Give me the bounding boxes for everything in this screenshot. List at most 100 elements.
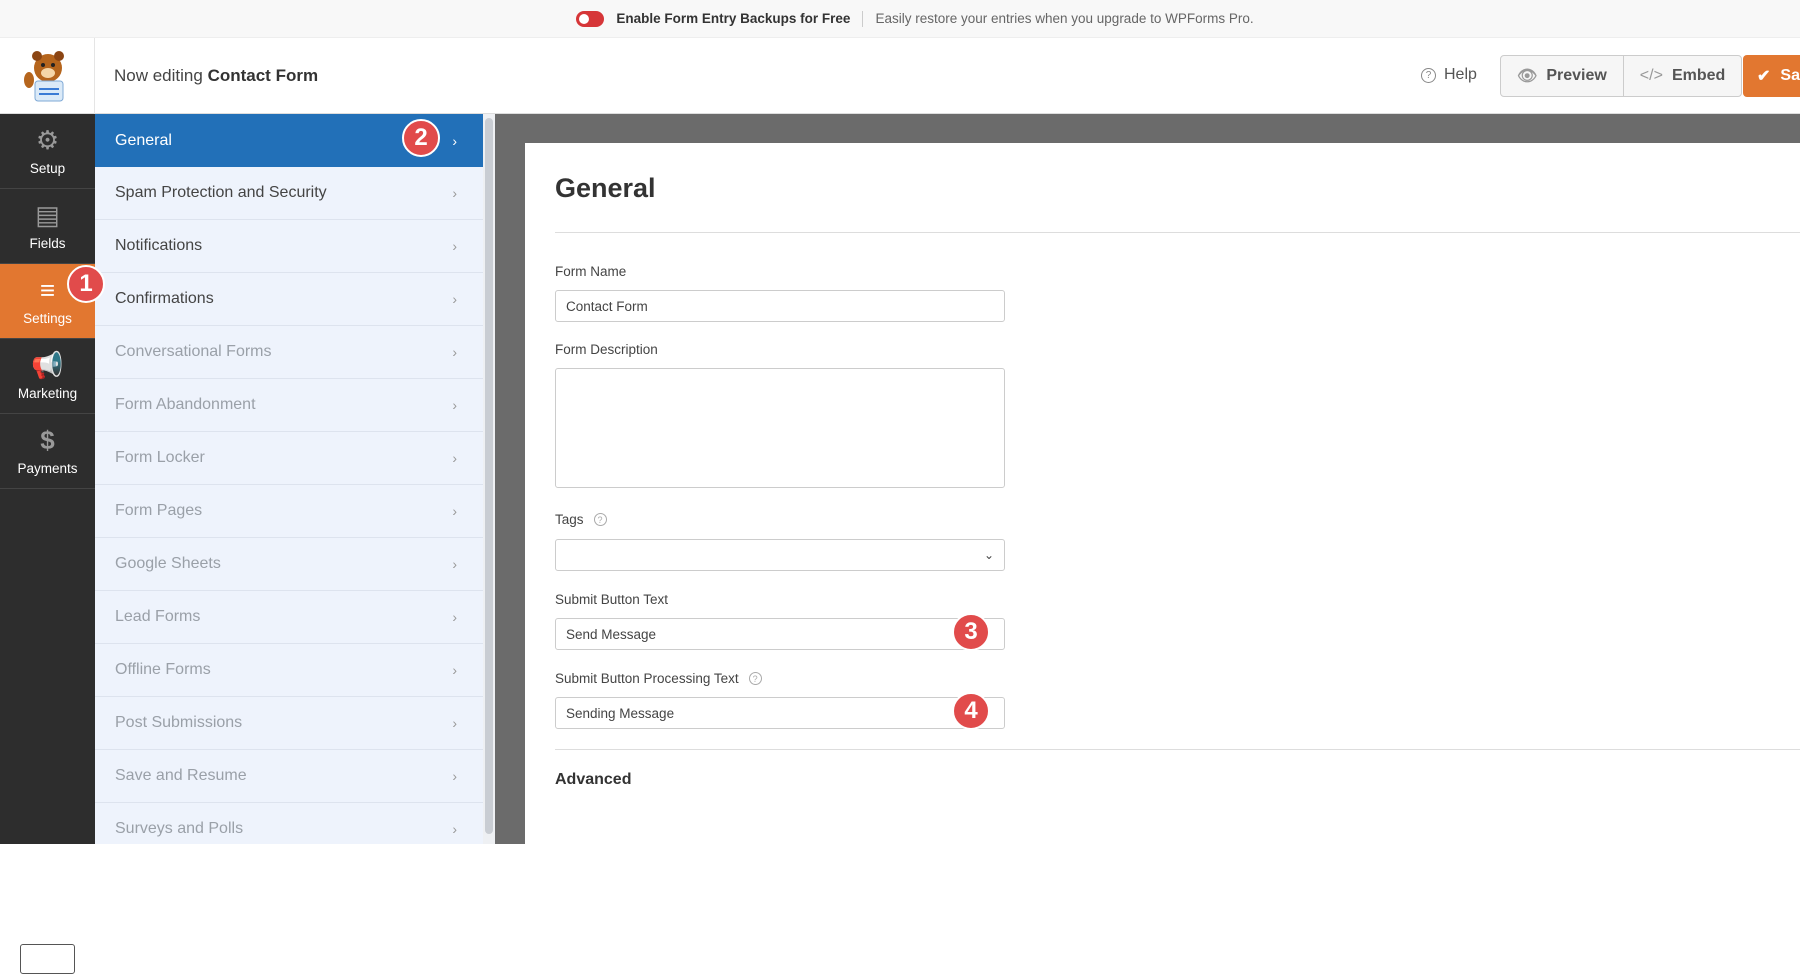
save-label: Save [1780, 67, 1800, 84]
settings-nav-post-submissions[interactable]: Post Submissions › [95, 697, 483, 750]
settings-nav-label: Surveys and Polls [115, 820, 244, 837]
settings-nav-form-locker[interactable]: Form Locker › [95, 432, 483, 485]
promo-subtext: Easily restore your entries when you upg… [875, 11, 1254, 26]
settings-nav-confirmations[interactable]: Confirmations › [95, 273, 483, 326]
form-description-textarea[interactable] [555, 368, 1005, 488]
help-icon-button[interactable] [20, 944, 75, 974]
embed-button[interactable]: </> Embed [1622, 56, 1741, 96]
settings-nav-label: Post Submissions [115, 714, 243, 731]
sidebar-item-marketing[interactable]: 📢 Marketing [0, 339, 95, 414]
settings-nav-label: General [115, 131, 172, 149]
settings-nav-offline-forms[interactable]: Offline Forms › [95, 644, 483, 697]
list-icon: ▤ [35, 199, 60, 230]
chevron-right-icon: › [452, 768, 457, 784]
tags-label-text: Tags [555, 512, 584, 527]
promo-bar: Enable Form Entry Backups for Free Easil… [0, 0, 1800, 38]
backup-toggle[interactable] [576, 10, 605, 27]
form-name-input[interactable] [555, 290, 1005, 322]
chevron-right-icon: › [452, 185, 457, 201]
settings-nav-conversational-forms[interactable]: Conversational Forms › [95, 326, 483, 379]
settings-nav-label: Form Locker [115, 449, 205, 466]
chevron-right-icon: › [452, 662, 457, 678]
processing-label-text: Submit Button Processing Text [555, 671, 739, 686]
dollar-icon: $ [40, 424, 55, 455]
sidebar-item-label: Marketing [17, 385, 78, 401]
form-name-label: Form Name [555, 264, 627, 279]
step-badge-1: 1 [67, 265, 105, 303]
builder-sidebar: ⚙ Setup ▤ Fields ≡ Settings 📢 Marketing $ Pay… [0, 114, 95, 974]
divider [862, 10, 864, 27]
scrollbar-thumb[interactable] [485, 118, 493, 834]
chevron-right-icon: › [452, 715, 457, 731]
chevron-right-icon: › [452, 397, 457, 413]
settings-panel: General › Spam Protection and Security › Not… [95, 114, 483, 844]
panel-scrollbar[interactable] [483, 114, 495, 844]
check-icon: ✔ [1757, 68, 1771, 85]
code-icon: </> [1639, 67, 1663, 84]
settings-nav-label: Google Sheets [115, 555, 221, 572]
sidebar-item-label: Setup [29, 160, 66, 176]
advanced-section-toggle[interactable]: Advanced [555, 771, 631, 789]
processing-text-label: Submit Button Processing Text? [555, 671, 762, 686]
submit-text-input[interactable] [555, 618, 1005, 650]
wpforms-logo[interactable] [0, 38, 95, 114]
preview-button[interactable]: 👁 Preview [1501, 56, 1623, 96]
divider [555, 232, 1800, 233]
settings-nav-label: Form Pages [115, 502, 203, 519]
submit-text-label: Submit Button Text [555, 592, 669, 607]
sidebar-item-label: Settings [23, 310, 72, 326]
settings-nav-form-abandonment[interactable]: Form Abandonment › [95, 379, 483, 432]
promo-title: Enable Form Entry Backups for Free [616, 11, 851, 26]
sidebar-item-payments[interactable]: $ Payments [0, 414, 95, 489]
settings-nav-label: Form Abandonment [115, 396, 256, 413]
help-button[interactable]: ? Help [1421, 66, 1477, 84]
sliders-icon: ≡ [39, 274, 56, 305]
section-title: General [555, 173, 656, 203]
eye-icon: 👁 [1517, 68, 1538, 85]
tags-select[interactable]: ⌄ [555, 539, 1005, 571]
settings-nav-spam-protection-and-security[interactable]: Spam Protection and Security › [95, 167, 483, 220]
question-icon: ? [1421, 67, 1436, 83]
chevron-right-icon: › [452, 450, 457, 466]
settings-nav-label: Spam Protection and Security [115, 184, 327, 201]
header: Now editing Contact Form ? Help 👁 Preview … [0, 38, 1800, 114]
gear-icon: ⚙ [35, 124, 60, 155]
chevron-right-icon: › [452, 821, 457, 837]
question-icon[interactable]: ? [593, 513, 607, 526]
sidebar-item-fields[interactable]: ▤ Fields [0, 189, 95, 264]
settings-nav-label: Save and Resume [115, 767, 247, 784]
step-badge-4: 4 [952, 692, 990, 730]
processing-text-input[interactable] [555, 697, 1005, 729]
save-button[interactable]: ✔ Save [1743, 55, 1800, 97]
chevron-right-icon: › [452, 238, 457, 254]
chevron-down-icon: ⌄ [983, 548, 994, 562]
settings-nav-save-and-resume[interactable]: Save and Resume › [95, 750, 483, 803]
general-settings-card: General Form Name Form Description Tags?… [525, 143, 1800, 844]
sidebar-item-label: Payments [17, 460, 78, 476]
sidebar-item-setup[interactable]: ⚙ Setup [0, 114, 95, 189]
sidebar-item-label: Fields [29, 235, 66, 251]
settings-nav-google-sheets[interactable]: Google Sheets › [95, 538, 483, 591]
settings-nav-label: Offline Forms [115, 661, 211, 678]
chevron-right-icon: › [452, 609, 457, 625]
settings-nav-surveys-and-polls[interactable]: Surveys and Polls › [95, 803, 483, 844]
embed-label: Embed [1671, 67, 1726, 84]
chevron-right-icon: › [452, 503, 457, 519]
chevron-right-icon: › [452, 132, 457, 149]
settings-nav-form-pages[interactable]: Form Pages › [95, 485, 483, 538]
megaphone-icon: 📢 [31, 349, 64, 380]
settings-nav-label: Lead Forms [115, 608, 201, 625]
step-badge-3: 3 [952, 613, 990, 651]
question-icon[interactable]: ? [748, 672, 762, 685]
settings-nav-lead-forms[interactable]: Lead Forms › [95, 591, 483, 644]
preview-label: Preview [1546, 67, 1607, 84]
tags-label: Tags? [555, 512, 607, 527]
settings-nav-notifications[interactable]: Notifications › [95, 220, 483, 273]
settings-nav-label: Conversational Forms [115, 343, 272, 360]
preview-embed-group: 👁 Preview </> Embed [1500, 55, 1743, 97]
chevron-right-icon: › [452, 291, 457, 307]
settings-nav-label: Notifications [115, 237, 203, 254]
divider [555, 749, 1800, 750]
step-badge-2: 2 [402, 119, 440, 157]
chevron-right-icon: › [452, 556, 457, 572]
